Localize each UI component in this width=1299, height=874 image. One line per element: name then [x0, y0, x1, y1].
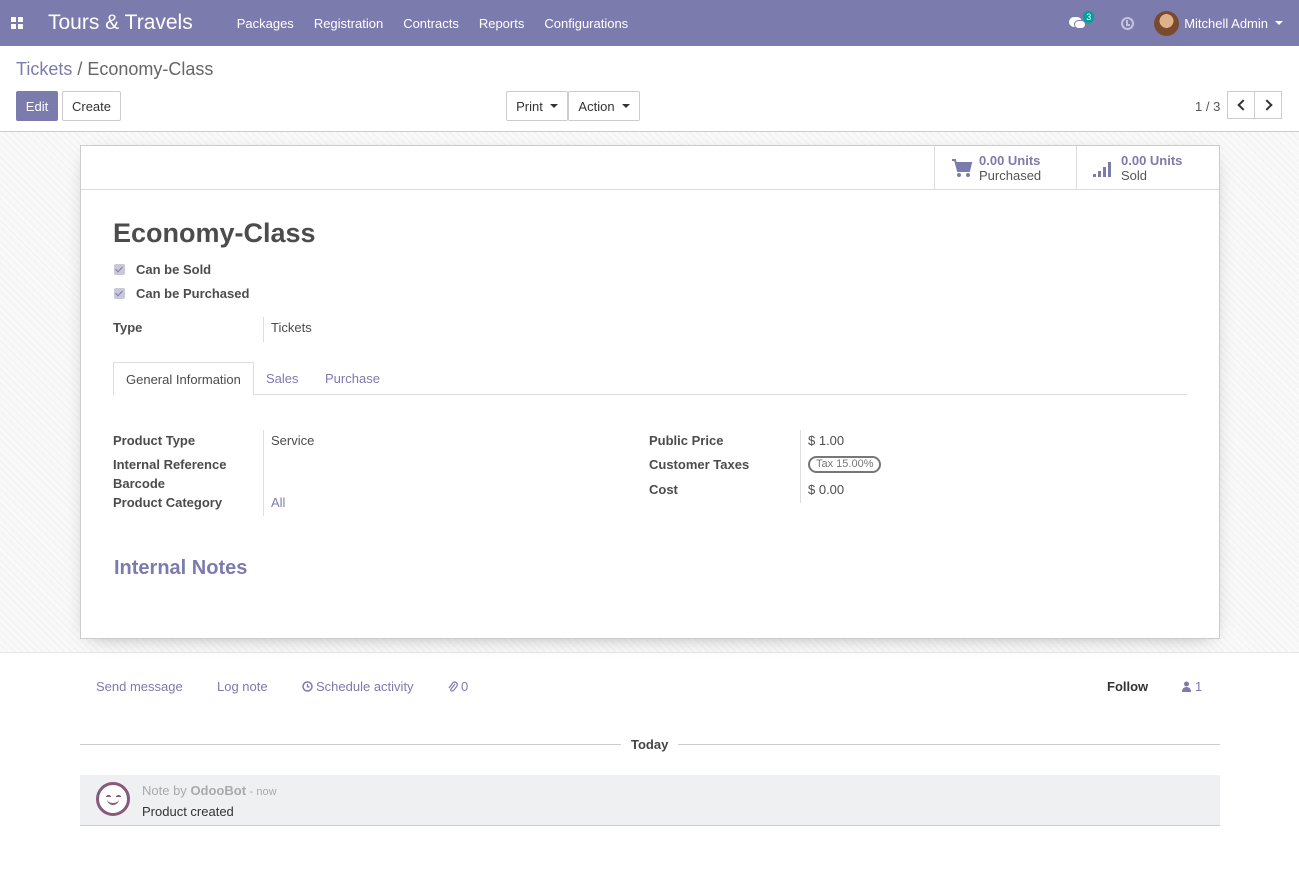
date-divider-left	[80, 744, 621, 745]
message-time: - now	[249, 786, 277, 798]
control-panel: Tickets / Economy-Class Edit Create Prin…	[0, 46, 1299, 132]
messages-badge: 3	[1083, 11, 1095, 23]
caret-down-icon	[549, 104, 558, 108]
action-dropdown[interactable]: Action	[568, 91, 640, 121]
caret-down-icon	[1275, 21, 1283, 25]
avatar	[1154, 10, 1180, 36]
field-separator	[800, 430, 801, 503]
log-note-button[interactable]: Log note	[217, 679, 268, 694]
can-be-sold-row: Can be Sold	[114, 262, 211, 277]
menu-item-reports[interactable]: Reports	[469, 16, 535, 31]
followers-button[interactable]: 1	[1182, 679, 1202, 694]
can-be-sold-label: Can be Sold	[136, 262, 212, 277]
can-be-purchased-row: Can be Purchased	[114, 286, 249, 301]
can-be-purchased-checkbox[interactable]	[114, 288, 125, 299]
message-header: Note by OdooBot - now	[142, 783, 277, 798]
top-navbar: Tours & Travels Packages Registration Co…	[0, 0, 1299, 46]
date-divider-right	[678, 744, 1220, 745]
signal-bars-icon	[1093, 162, 1111, 177]
breadcrumb-current: Economy-Class	[87, 59, 214, 79]
tax-badge: Tax 15.00%	[808, 456, 882, 473]
schedule-activity-label: Schedule activity	[316, 679, 414, 694]
user-menu[interactable]: Mitchell Admin	[1154, 10, 1283, 36]
menu-item-contracts[interactable]: Contracts	[393, 16, 469, 31]
tab-sales[interactable]: Sales	[266, 362, 299, 395]
pager-previous-button[interactable]	[1227, 91, 1255, 119]
product-category-value[interactable]: All	[271, 495, 285, 510]
purchased-value: 0.00 Units	[979, 153, 1041, 168]
breadcrumb-separator: /	[77, 59, 83, 79]
edit-button[interactable]: Edit	[16, 91, 58, 121]
public-price-value[interactable]: $ 1.00	[808, 433, 844, 448]
action-label: Action	[578, 98, 615, 114]
app-title[interactable]: Tours & Travels	[48, 11, 193, 35]
print-dropdown[interactable]: Print	[506, 91, 568, 121]
pager-next-button[interactable]	[1254, 91, 1282, 119]
date-separator: Today	[631, 737, 669, 752]
internal-reference-label: Internal Reference	[113, 457, 227, 472]
send-message-button[interactable]: Send message	[96, 679, 183, 694]
field-separator	[263, 430, 264, 516]
schedule-activity-button[interactable]: Schedule activity	[302, 679, 414, 694]
can-be-sold-checkbox[interactable]	[114, 264, 125, 275]
user-icon	[1182, 681, 1191, 692]
type-label: Type	[113, 320, 143, 335]
product-category-label: Product Category	[113, 495, 223, 510]
sold-smart-button[interactable]: 0.00 Units Sold	[1076, 146, 1218, 190]
purchased-label: Purchased	[979, 168, 1042, 183]
form-sheet: 0.00 Units Purchased 0.00 Units Sold Eco…	[80, 145, 1220, 639]
message-prefix: Note by	[142, 783, 187, 798]
chevron-left-icon	[1236, 99, 1249, 111]
tab-general-information[interactable]: General Information	[113, 362, 254, 396]
message-body: Product created	[142, 804, 234, 819]
apps-menu-icon[interactable]	[0, 0, 32, 46]
chatter-message: Note by OdooBot - now Product created	[80, 775, 1220, 826]
sold-label: Sold	[1121, 168, 1148, 183]
can-be-purchased-label: Can be Purchased	[136, 286, 250, 301]
cost-label: Cost	[649, 482, 678, 497]
public-price-label: Public Price	[649, 433, 724, 448]
customer-taxes-label: Customer Taxes	[649, 457, 750, 472]
product-type-value[interactable]: Service	[271, 433, 314, 448]
smart-button-box: 0.00 Units Purchased 0.00 Units Sold	[81, 146, 1219, 190]
clock-icon	[302, 681, 313, 692]
paperclip-icon	[448, 680, 458, 692]
notebook-tabs: General Information Sales Purchase	[113, 362, 1187, 396]
clock-icon[interactable]	[1121, 16, 1135, 30]
chevron-right-icon	[1260, 99, 1273, 111]
create-button[interactable]: Create	[62, 91, 121, 121]
attachments-button[interactable]: 0	[448, 679, 468, 694]
customer-taxes-value[interactable]: Tax 15.00%	[808, 455, 882, 473]
cart-icon	[952, 159, 973, 177]
barcode-label: Barcode	[113, 476, 166, 491]
pager-value[interactable]: 1 / 3	[1195, 99, 1220, 114]
purchased-smart-button[interactable]: 0.00 Units Purchased	[934, 146, 1076, 190]
caret-down-icon	[621, 104, 630, 108]
menu-item-configurations[interactable]: Configurations	[534, 16, 638, 31]
sold-value: 0.00 Units	[1121, 153, 1183, 168]
menu-item-packages[interactable]: Packages	[227, 16, 304, 31]
main-menu: Packages Registration Contracts Reports …	[227, 16, 638, 31]
message-author[interactable]: OdooBot	[190, 783, 246, 798]
type-value: Tickets	[271, 320, 312, 335]
odoobot-avatar[interactable]	[96, 782, 130, 816]
followers-count: 1	[1195, 679, 1203, 694]
breadcrumb: Tickets / Economy-Class	[16, 59, 213, 80]
breadcrumb-tickets[interactable]: Tickets	[16, 59, 72, 79]
menu-item-registration[interactable]: Registration	[304, 16, 393, 31]
internal-notes-heading: Internal Notes	[114, 557, 248, 579]
user-name: Mitchell Admin	[1184, 15, 1268, 31]
product-name: Economy-Class	[113, 218, 316, 248]
field-separator	[263, 317, 264, 342]
chat-icon[interactable]: 3	[1069, 11, 1095, 30]
attachments-count: 0	[461, 679, 469, 694]
follow-button[interactable]: Follow	[1107, 679, 1148, 694]
cost-value[interactable]: $ 0.00	[808, 482, 844, 497]
print-label: Print	[516, 98, 543, 114]
product-type-label: Product Type	[113, 433, 196, 448]
tab-purchase[interactable]: Purchase	[325, 362, 380, 395]
